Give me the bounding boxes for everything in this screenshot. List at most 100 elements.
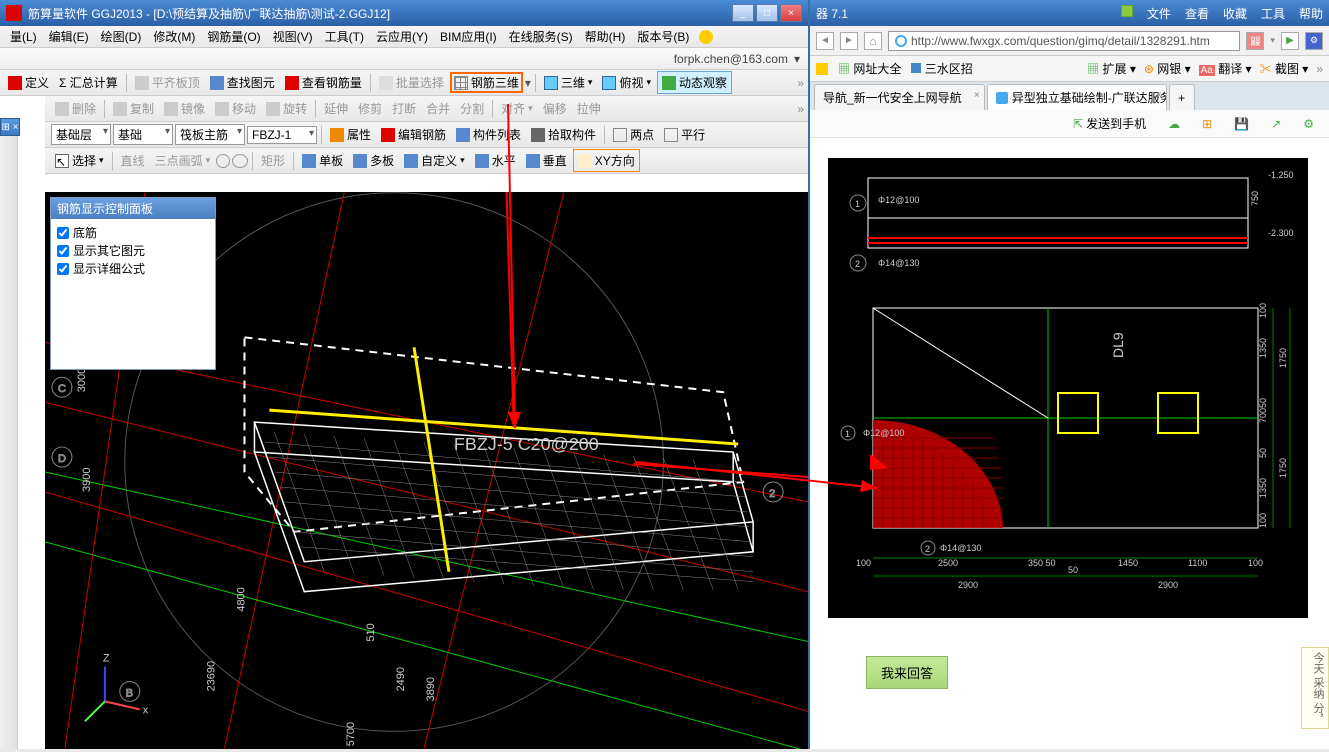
bmenu-tool[interactable]: 工具: [1261, 5, 1285, 22]
fwd-button[interactable]: ►: [840, 32, 858, 50]
component-list-button[interactable]: 构件列表: [452, 124, 525, 145]
property-button[interactable]: 属性: [326, 124, 375, 145]
circle-icon[interactable]: [216, 154, 230, 168]
cloud-icon[interactable]: ☁: [1161, 113, 1187, 135]
menu-edit[interactable]: 编辑(E): [43, 26, 95, 47]
stretch-button[interactable]: 拉伸: [573, 98, 605, 119]
answer-button[interactable]: 我来回答: [866, 656, 948, 689]
copy-button[interactable]: 复制: [109, 98, 158, 119]
level-button[interactable]: 平齐板顶: [131, 72, 204, 93]
tab-question[interactable]: 异型独立基础绘制-广联达服务×: [987, 84, 1167, 110]
save-icon[interactable]: 💾: [1227, 113, 1256, 135]
svg-text:1350: 1350: [1258, 478, 1268, 498]
arc-button[interactable]: 三点画弧▾: [151, 150, 215, 171]
go-button[interactable]: ▶: [1281, 32, 1299, 50]
star-icon[interactable]: [816, 63, 828, 75]
tab-nav[interactable]: 导航_新一代安全上网导航×: [814, 84, 985, 110]
xy-button[interactable]: XY方向: [573, 149, 640, 172]
menu-draw[interactable]: 绘图(D): [95, 26, 148, 47]
trim-button[interactable]: 修剪: [354, 98, 386, 119]
rebar-display-panel[interactable]: 钢筋显示控制面板 底筋 显示其它图元 显示详细公式: [50, 197, 216, 370]
extend-button[interactable]: 延伸: [320, 98, 352, 119]
single-button[interactable]: 单板: [298, 150, 347, 171]
ext-translate[interactable]: Aa 翻译 ▾: [1199, 60, 1252, 77]
rect-button[interactable]: 矩形: [257, 150, 289, 171]
find-button[interactable]: 查找图元: [206, 72, 279, 93]
type-select[interactable]: 基础: [113, 124, 173, 145]
bm-site-all[interactable]: ▦ 网址大全: [838, 60, 901, 77]
code-select[interactable]: FBZJ-1: [247, 126, 317, 144]
menu-rebar[interactable]: 钢筋量(O): [201, 26, 266, 47]
settings-icon[interactable]: ⚙: [1296, 113, 1321, 135]
sum-button[interactable]: Σ 汇总计算: [55, 72, 122, 93]
pick-button[interactable]: 拾取构件: [527, 124, 600, 145]
mirror-button[interactable]: 镜像: [160, 98, 209, 119]
define-button[interactable]: 定义: [4, 72, 53, 93]
view3d-button[interactable]: 钢筋三维: [450, 72, 523, 93]
bmenu-help[interactable]: 帮助: [1299, 5, 1323, 22]
chk-other[interactable]: 显示其它图元: [57, 242, 209, 259]
ext-bank[interactable]: ⊛ 网银 ▾: [1144, 60, 1191, 77]
menu-view[interactable]: 视图(V): [267, 26, 319, 47]
option-button[interactable]: ⚙: [1305, 32, 1323, 50]
menu-version[interactable]: 版本号(B): [631, 26, 695, 47]
svg-text:1: 1: [855, 199, 860, 209]
ext-expand[interactable]: ▦ 扩展 ▾: [1087, 60, 1136, 77]
persp-button[interactable]: 俯视▾: [598, 72, 655, 93]
merge-button[interactable]: 合并: [422, 98, 454, 119]
delete-button[interactable]: 删除: [51, 98, 100, 119]
ext-screenshot[interactable]: ✂ 截图 ▾: [1260, 60, 1309, 77]
3d-button[interactable]: 三维▾: [540, 72, 597, 93]
bm-sanshui[interactable]: 三水区招: [911, 60, 972, 77]
maximize-button[interactable]: □: [756, 4, 778, 22]
batch-button[interactable]: 批量选择: [375, 72, 448, 93]
send-phone-button[interactable]: ⇱发送到手机: [1066, 111, 1153, 136]
menu-tool[interactable]: 工具(T): [319, 26, 370, 47]
svg-text:Φ14@130: Φ14@130: [878, 258, 919, 268]
bmenu-fav[interactable]: 收藏: [1223, 5, 1247, 22]
menu-cloud[interactable]: 云应用(Y): [370, 26, 434, 47]
component-toolbar: 基础层 基础 筏板主筋 FBZJ-1 属性 编辑钢筋 构件列表 拾取构件 两点 …: [45, 122, 808, 148]
dynamic-button[interactable]: 动态观察: [657, 71, 732, 94]
ellipse-icon[interactable]: [232, 154, 248, 168]
refresh-button[interactable]: 鼹: [1246, 32, 1264, 50]
back-button[interactable]: ◄: [816, 32, 834, 50]
menu-online[interactable]: 在线服务(S): [503, 26, 579, 47]
chk-bottom[interactable]: 底筋: [57, 224, 209, 241]
home-button[interactable]: ⌂: [864, 32, 882, 50]
menu-modify[interactable]: 修改(M): [147, 26, 201, 47]
side-tab[interactable]: ⊞ ×: [0, 118, 20, 136]
menu-quantity[interactable]: 量(L): [4, 26, 43, 47]
multi-button[interactable]: 多板: [349, 150, 398, 171]
subtype-select[interactable]: 筏板主筋: [175, 124, 245, 145]
menu-bim[interactable]: BIM应用(I): [434, 26, 503, 47]
break-button[interactable]: 打断: [388, 98, 420, 119]
new-tab-button[interactable]: +: [1169, 84, 1195, 110]
split-button[interactable]: 分割: [456, 98, 488, 119]
offset-button[interactable]: 偏移: [539, 98, 571, 119]
url-field[interactable]: http://www.fwxgx.com/question/gimq/detai…: [888, 31, 1240, 51]
custom-button[interactable]: 自定义▾: [400, 150, 469, 171]
minimize-button[interactable]: _: [732, 4, 754, 22]
edit-rebar-button[interactable]: 编辑钢筋: [377, 124, 450, 145]
line-button[interactable]: 直线: [117, 150, 149, 171]
share-icon[interactable]: ↗: [1264, 113, 1288, 135]
bmenu-file[interactable]: 文件: [1147, 5, 1171, 22]
chk-formula[interactable]: 显示详细公式: [57, 260, 209, 277]
move-button[interactable]: 移动: [211, 98, 260, 119]
close-button[interactable]: ×: [780, 4, 802, 22]
bmenu-view[interactable]: 查看: [1185, 5, 1209, 22]
parallel-button[interactable]: 平行: [660, 124, 709, 145]
rebar-qty-button[interactable]: 查看钢筋量: [281, 72, 366, 93]
floor-select[interactable]: 基础层: [51, 124, 111, 145]
menu-help[interactable]: 帮助(H): [579, 26, 632, 47]
horiz-button[interactable]: 水平: [471, 150, 520, 171]
vert-button[interactable]: 垂直: [522, 150, 571, 171]
grid-icon[interactable]: ⊞: [1195, 113, 1219, 135]
select-button[interactable]: ↖选择▾: [51, 150, 108, 171]
svg-text:B: B: [126, 687, 133, 699]
twopoint-button[interactable]: 两点: [609, 124, 658, 145]
rotate-button[interactable]: 旋转: [262, 98, 311, 119]
align-button[interactable]: 对齐▾: [497, 98, 537, 119]
left-panel-strip[interactable]: [0, 136, 18, 749]
